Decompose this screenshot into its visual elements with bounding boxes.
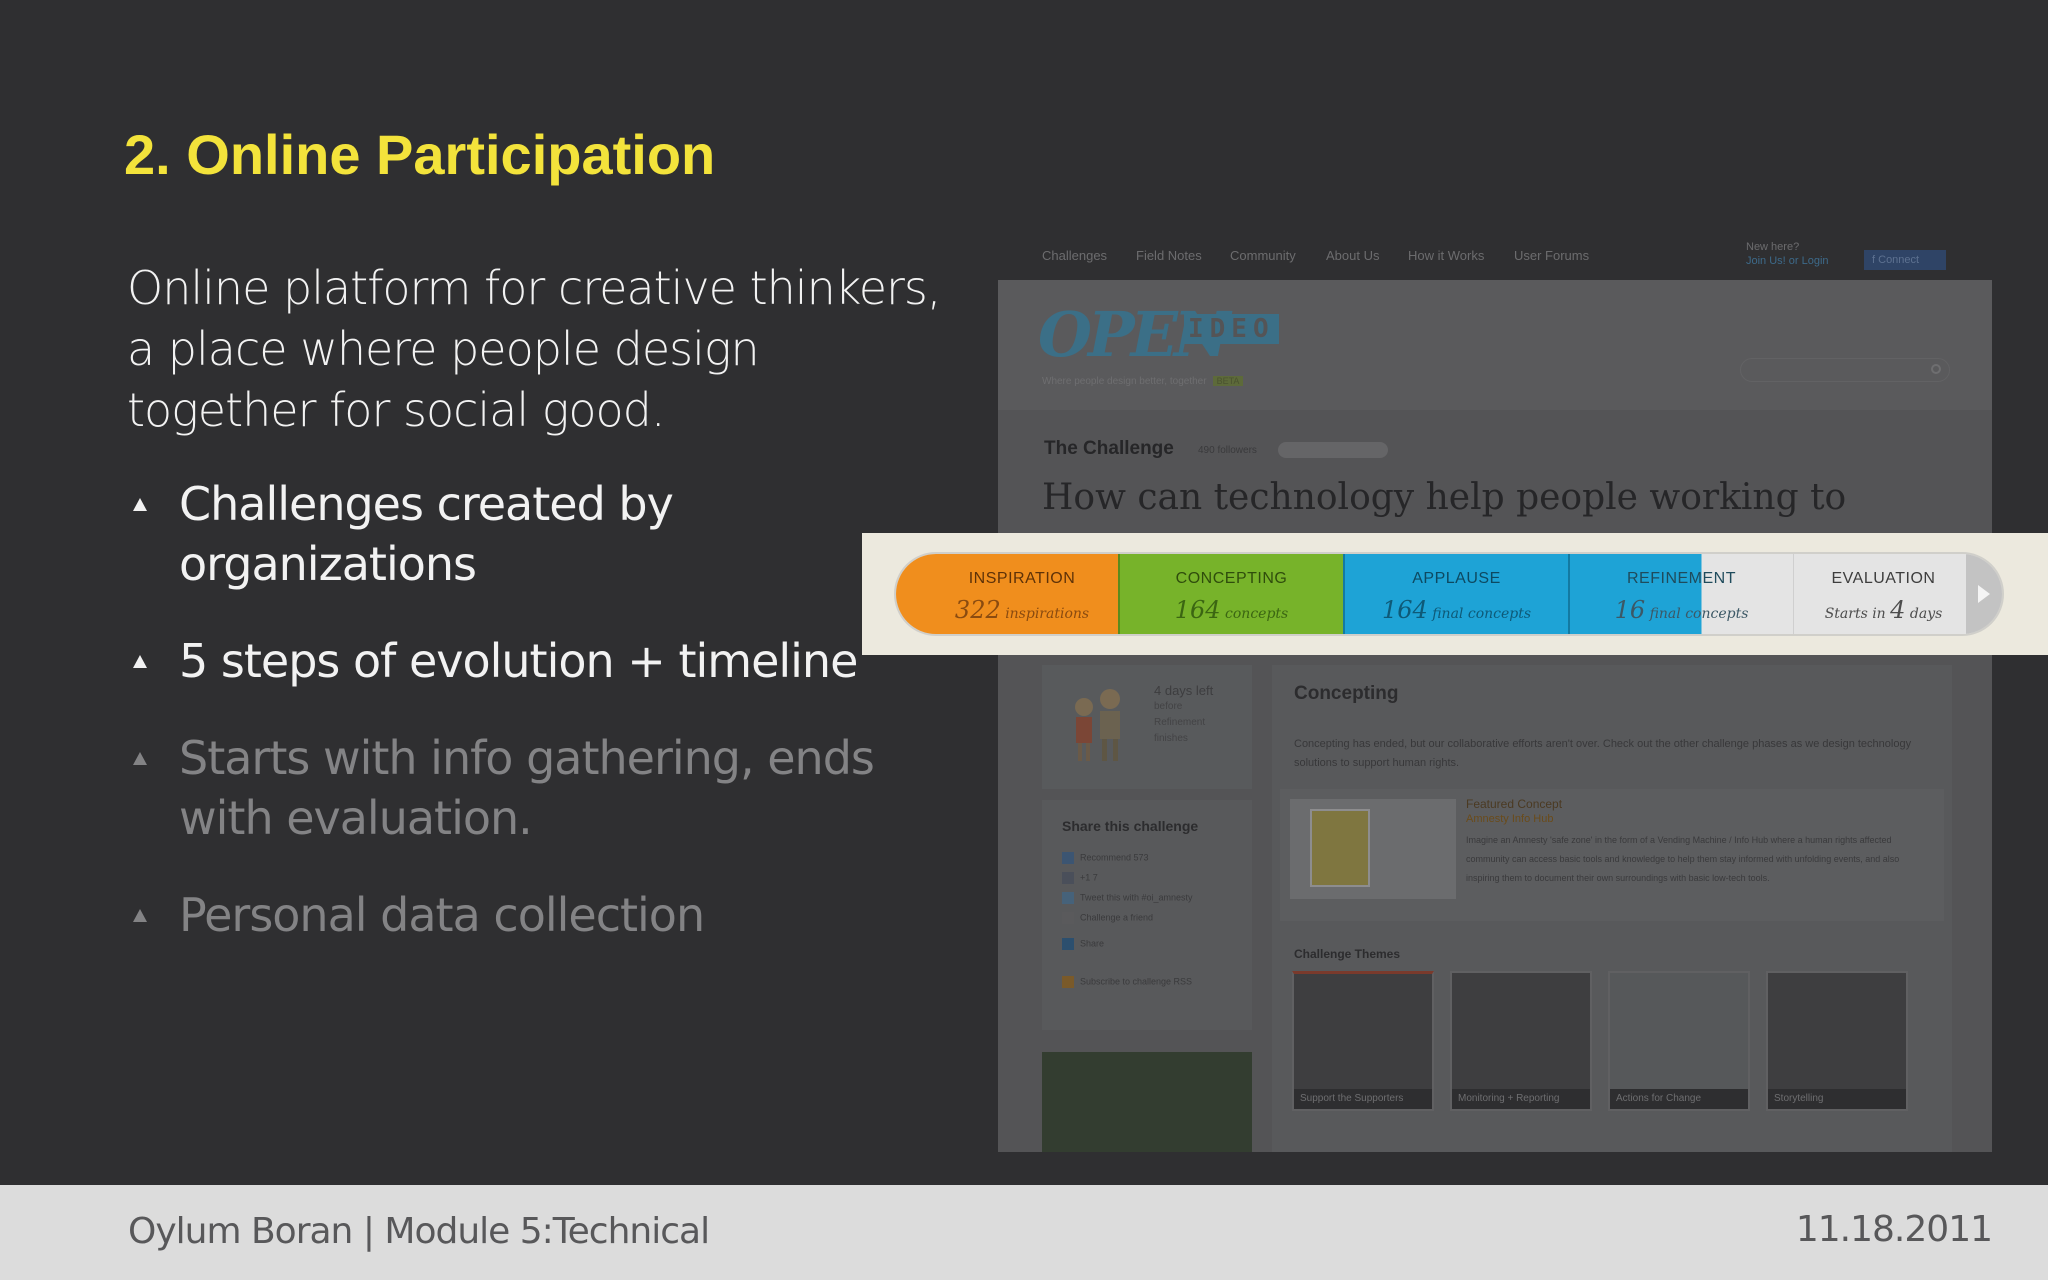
phase-title: Concepting <box>1294 683 1399 704</box>
new-here: New here? Join Us! or Login <box>1746 241 1829 268</box>
nav-link[interactable]: About Us <box>1326 248 1379 263</box>
stage-concepting[interactable]: CONCEPTING 164 concepts <box>1118 554 1343 634</box>
triangle-bullet-icon <box>133 655 147 668</box>
triangle-bullet-icon <box>133 909 147 922</box>
theme-card[interactable]: Support the Supporters <box>1292 971 1434 1111</box>
days-left-card: 4 days left before Refinement finishes <box>1042 665 1252 789</box>
theme-card[interactable]: Storytelling <box>1766 971 1908 1111</box>
bullet-item: Personal data collection <box>127 885 947 945</box>
recommend-button[interactable]: Recommend 573 <box>1062 852 1149 864</box>
share-card: Share this challenge Recommend 573 +1 7 … <box>1042 800 1252 1030</box>
footer-date: 11.18.2011 <box>1795 1209 1993 1250</box>
triangle-bullet-icon <box>133 498 147 511</box>
followers-count: 490 followers <box>1198 445 1257 456</box>
ideo-logo: IDEO <box>1184 314 1279 344</box>
rss-icon <box>1062 976 1074 988</box>
mail-icon <box>1062 912 1074 924</box>
challenge-question: How can technology help people working t… <box>1042 477 1847 522</box>
themes-title: Challenge Themes <box>1294 947 1401 961</box>
nav-link[interactable]: How it Works <box>1408 248 1484 263</box>
slide-title: 2. Online Participation <box>124 123 716 186</box>
plus-one-button[interactable]: +1 7 <box>1062 872 1098 884</box>
twitter-icon <box>1062 892 1074 904</box>
bullet-item: 5 steps of evolution + timeline <box>127 631 947 691</box>
featured-concept-image <box>1290 799 1456 899</box>
theme-card[interactable]: Actions for Change <box>1608 971 1750 1111</box>
search-icon <box>1931 364 1941 374</box>
facebook-connect-button[interactable]: f Connect <box>1864 250 1946 270</box>
plus-one-icon <box>1062 872 1074 884</box>
tagline: Where people design better, together BETA <box>1042 376 1244 387</box>
nav-link[interactable]: User Forums <box>1514 248 1589 263</box>
linkedin-share-button[interactable]: Share <box>1062 938 1104 950</box>
share-title: Share this challenge <box>1062 818 1199 834</box>
bullet-list: Challenges created by organizations 5 st… <box>127 474 947 982</box>
theme-card[interactable]: Monitoring + Reporting <box>1450 971 1592 1111</box>
stage-inspiration[interactable]: INSPIRATION 322 inspirations <box>896 554 1118 634</box>
stage-applause[interactable]: APPLAUSE 164 final concepts <box>1343 554 1568 634</box>
stage-evaluation[interactable]: EVALUATION Starts in 4 days <box>1793 554 1973 634</box>
footer-author: Oylum Boran | Module 5:Technical <box>128 1211 710 1252</box>
tweet-link[interactable]: Tweet this with #oi_amnesty <box>1062 892 1193 904</box>
openideo-screenshot: Challenges Field Notes Community About U… <box>998 232 1992 1152</box>
site-search-input[interactable] <box>1740 358 1950 382</box>
map-thumbnail[interactable] <box>1042 1052 1252 1152</box>
beta-badge: BETA <box>1212 376 1244 386</box>
facebook-icon <box>1062 852 1074 864</box>
slide-footer: Oylum Boran | Module 5:Technical 11.18.2… <box>0 1185 2048 1280</box>
booklet-image <box>1310 809 1370 887</box>
linkedin-icon <box>1062 938 1074 950</box>
phase-description: Concepting has ended, but our collaborat… <box>1294 738 1912 769</box>
kids-illustration-icon <box>1075 689 1120 761</box>
rss-link[interactable]: Subscribe to challenge RSS <box>1062 976 1192 988</box>
intro-text: Online platform for creative thinkers, a… <box>127 261 942 437</box>
site-header: OPEN IDEO Where people design better, to… <box>998 280 1992 410</box>
nav-link[interactable]: Community <box>1230 248 1296 263</box>
stage-refinement[interactable]: REFINEMENT 16 final concepts <box>1568 554 1793 634</box>
join-login-link[interactable]: Join Us! or Login <box>1746 254 1829 268</box>
challenge-friend-link[interactable]: Challenge a friend <box>1062 912 1153 924</box>
featured-title: Featured Concept <box>1466 797 1563 811</box>
challenge-timeline: INSPIRATION 322 inspirations CONCEPTING … <box>894 552 2004 636</box>
nav-link[interactable]: Challenges <box>1042 248 1107 263</box>
site-page: OPEN IDEO Where people design better, to… <box>998 280 1992 1152</box>
bullet-item: Starts with info gathering, ends with ev… <box>127 728 947 848</box>
triangle-bullet-icon <box>133 752 147 765</box>
challenge-label: The Challenge <box>1044 438 1174 459</box>
timeline-band: INSPIRATION 322 inspirations CONCEPTING … <box>862 533 2048 655</box>
featured-name[interactable]: Amnesty Info Hub <box>1466 813 1553 825</box>
main-column: Concepting Concepting has ended, but our… <box>1272 665 1952 1152</box>
bullet-item: Challenges created by organizations <box>127 474 947 594</box>
nav-link[interactable]: Field Notes <box>1136 248 1202 263</box>
follow-button[interactable] <box>1278 442 1388 458</box>
featured-body: Imagine an Amnesty 'safe zone' in the fo… <box>1466 835 1900 883</box>
days-left: 4 days left before Refinement finishes <box>1154 683 1214 744</box>
featured-concept[interactable]: Featured Concept Amnesty Info Hub Imagin… <box>1280 789 1944 921</box>
site-nav: Challenges Field Notes Community About U… <box>998 232 1992 280</box>
timeline-next-arrow-icon[interactable] <box>1966 554 2002 634</box>
